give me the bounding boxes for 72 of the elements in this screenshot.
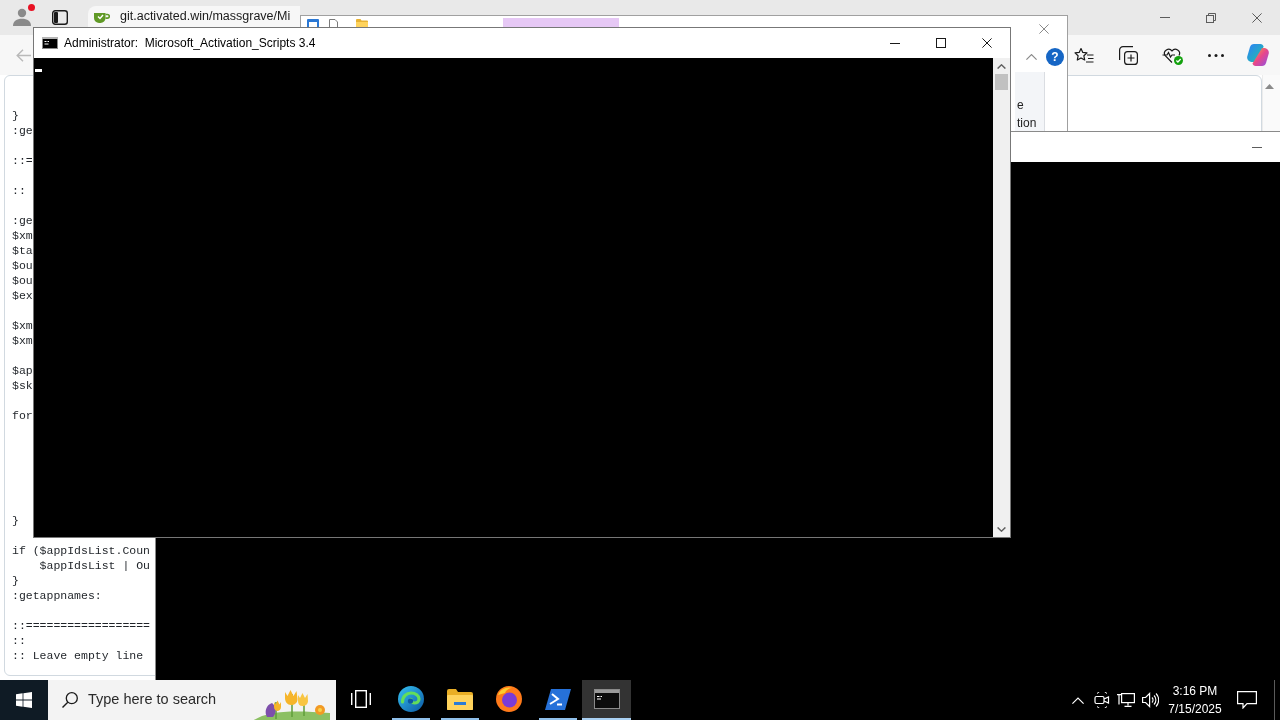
code-line: $xm bbox=[12, 318, 33, 333]
clock-date[interactable]: 7/15/2025 bbox=[1168, 700, 1222, 718]
close-icon bbox=[1039, 23, 1049, 34]
code-line: ::= bbox=[12, 153, 33, 168]
code-line: :: bbox=[12, 633, 26, 648]
scrollbar[interactable] bbox=[993, 58, 1010, 537]
ribbon-label: e bbox=[1017, 98, 1025, 112]
code-line: :: Leave empty line bbox=[12, 648, 144, 663]
folder-icon bbox=[446, 688, 473, 710]
start-button[interactable] bbox=[0, 680, 48, 720]
code-line: } bbox=[12, 513, 19, 528]
maximize-icon bbox=[936, 38, 946, 48]
back-arrow-icon bbox=[16, 48, 31, 62]
code-line: ::================== bbox=[12, 618, 151, 633]
scrollbar[interactable] bbox=[1262, 75, 1280, 131]
heart-pulse-icon bbox=[1161, 45, 1183, 65]
code-line: $xm bbox=[12, 228, 33, 243]
code-line: $sk bbox=[12, 378, 33, 393]
help-button[interactable]: ? bbox=[1046, 47, 1064, 66]
code-line: $ap bbox=[12, 363, 33, 378]
search-icon bbox=[62, 692, 78, 708]
chevron-up-icon bbox=[1025, 53, 1037, 60]
network-icon bbox=[1117, 692, 1135, 708]
chevron-up-icon bbox=[1072, 696, 1084, 704]
code-line: $ou bbox=[12, 273, 33, 288]
scroll-up-icon bbox=[997, 63, 1006, 69]
collections-icon bbox=[1118, 45, 1138, 65]
task-view-icon bbox=[351, 690, 371, 708]
code-line: $xm bbox=[12, 333, 33, 348]
console-icon bbox=[42, 37, 58, 49]
camera-icon bbox=[1094, 692, 1110, 708]
code-line: :ge bbox=[12, 213, 33, 228]
scroll-down-icon bbox=[997, 526, 1006, 532]
console-icon bbox=[593, 689, 620, 709]
scrollbar-thumb[interactable] bbox=[995, 74, 1008, 90]
code-line: for bbox=[12, 408, 33, 423]
minimize-icon bbox=[1160, 17, 1170, 18]
window-title: Administrator: Microsoft_Activation_Scripts 3.4 bbox=[64, 35, 316, 52]
close-icon bbox=[982, 38, 992, 48]
code-line: $ou bbox=[12, 258, 33, 273]
favorites-icon bbox=[1074, 46, 1094, 64]
browser-tab[interactable]: git.activated.win/massgrave/Mi bbox=[88, 6, 300, 27]
code-line: if ($appIdsList.Coun bbox=[12, 543, 151, 558]
more-icon bbox=[1208, 53, 1224, 57]
scroll-up-icon bbox=[1265, 84, 1274, 89]
swirl-icon bbox=[397, 686, 424, 712]
sidebar-panel-icon bbox=[52, 10, 68, 25]
code-line: :ge bbox=[12, 123, 33, 138]
code-line: $appIdsList | Ou bbox=[38, 558, 151, 573]
search-input[interactable]: Type here to search bbox=[88, 689, 254, 711]
profile-icon bbox=[13, 8, 31, 26]
terminal-icon bbox=[544, 688, 571, 710]
search-field[interactable]: Type here to search bbox=[48, 680, 336, 720]
ribbon-label: tion bbox=[1017, 116, 1038, 130]
text-cursor bbox=[35, 69, 42, 72]
code-line: $ta bbox=[12, 243, 33, 258]
code-line: } bbox=[12, 573, 19, 588]
start-icon bbox=[16, 692, 32, 708]
multicolor-logo-icon bbox=[1247, 44, 1269, 66]
taskbar-button[interactable] bbox=[582, 680, 631, 720]
clock-time[interactable]: 3:16 PM bbox=[1172, 682, 1218, 700]
close-icon bbox=[1252, 12, 1262, 23]
minimize-icon bbox=[890, 42, 900, 44]
code-line: :getappnames: bbox=[12, 588, 102, 603]
globe-icon bbox=[495, 686, 522, 712]
volume-icon bbox=[1141, 692, 1159, 708]
speech-bubble-icon bbox=[1237, 691, 1257, 709]
code-line: } bbox=[12, 108, 19, 123]
code-line: $ex bbox=[12, 288, 33, 303]
minimize-icon bbox=[1252, 146, 1262, 148]
code-line: :: bbox=[12, 183, 26, 198]
restore-icon bbox=[1206, 12, 1216, 23]
